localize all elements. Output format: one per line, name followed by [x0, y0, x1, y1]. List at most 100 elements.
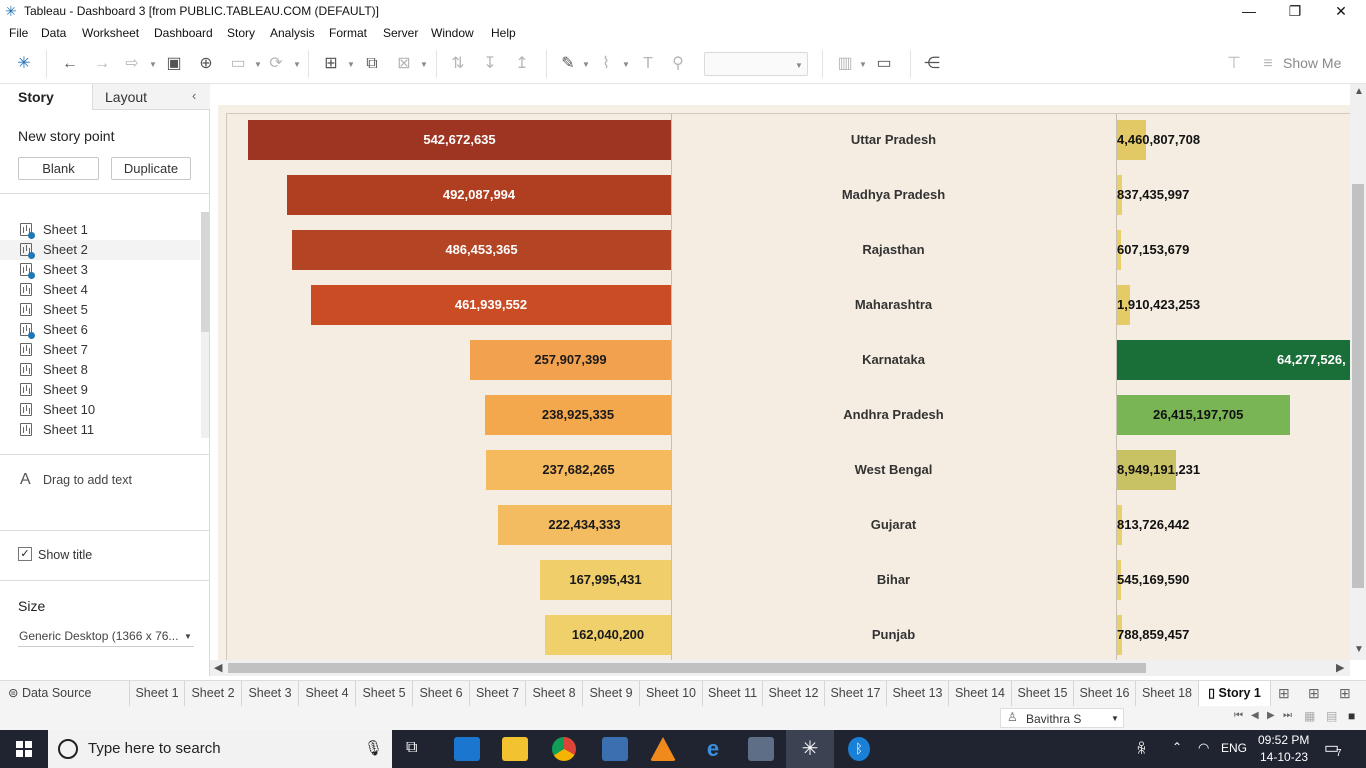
clock-time[interactable]: 09:52 PM	[1258, 733, 1309, 747]
sheet-tab[interactable]: Sheet 5	[356, 681, 413, 706]
clock-date[interactable]: 14-10-23	[1260, 750, 1308, 764]
left-bar[interactable]: 167,995,431	[540, 560, 671, 600]
tab-view-icon[interactable]: ■	[1348, 709, 1355, 723]
sheet-tab[interactable]: Sheet 16	[1074, 681, 1136, 706]
sheet-tab[interactable]: Sheet 11	[703, 681, 763, 706]
mail-icon[interactable]	[454, 737, 480, 761]
dashboard-viz[interactable]: 542,672,635 Uttar Pradesh 4,460,807,708 492…	[226, 113, 1351, 661]
new-worksheet-tab-icon[interactable]: ⊞	[1278, 685, 1290, 702]
chrome-icon[interactable]	[552, 737, 576, 761]
sheet-tab[interactable]: Sheet 12	[763, 681, 825, 706]
menu-analysis[interactable]: Analysis	[270, 26, 315, 40]
language-indicator[interactable]: ENG	[1221, 741, 1247, 755]
tab-data-source[interactable]: ⊜ Data Source	[0, 681, 130, 706]
sheet-tab[interactable]: Sheet 15	[1012, 681, 1074, 706]
tableau-home-icon[interactable]: ✳	[14, 54, 34, 74]
fix-axes-icon[interactable]: ⚲	[668, 54, 688, 74]
refresh-icon[interactable]: ⟳	[266, 54, 286, 74]
highlight-icon[interactable]: ✎	[558, 54, 578, 74]
minimize-button[interactable]: —	[1226, 0, 1272, 24]
redo-icon[interactable]: →	[92, 54, 112, 74]
sheet-list-item[interactable]: Sheet 7	[0, 340, 200, 360]
sheet-tab[interactable]: Sheet 9	[583, 681, 640, 706]
sheet-list-item[interactable]: Sheet 4	[0, 280, 200, 300]
save-icon[interactable]: ▣	[164, 54, 184, 74]
menu-data[interactable]: Data	[41, 26, 66, 40]
undo-icon[interactable]: ←	[60, 54, 80, 74]
sheet-list-item[interactable]: Sheet 9	[0, 380, 200, 400]
sheet-tab[interactable]: Sheet 2	[185, 681, 242, 706]
menu-server[interactable]: Server	[383, 26, 418, 40]
computer-app-icon[interactable]	[602, 737, 628, 761]
menu-worksheet[interactable]: Worksheet	[82, 26, 139, 40]
show-hidden-icons-icon[interactable]: ⌃	[1172, 740, 1182, 754]
share-icon[interactable]: ⋲	[922, 54, 942, 74]
bluetooth-icon[interactable]: ᛒ	[848, 737, 870, 761]
sheet-tab[interactable]: Sheet 14	[949, 681, 1012, 706]
left-bar[interactable]: 461,939,552	[311, 285, 671, 325]
show-title-checkbox[interactable]: ✓	[18, 547, 32, 561]
sheet-list-item[interactable]: Sheet 1	[0, 220, 200, 240]
next-sheet-icon[interactable]: ▶	[1267, 710, 1275, 721]
left-bar[interactable]: 486,453,365	[292, 230, 671, 270]
tab-story-1[interactable]: ▯ Story 1	[1199, 681, 1271, 706]
size-dropdown[interactable]: Generic Desktop (1366 x 76... ▼	[18, 627, 194, 647]
replay-icon[interactable]: ⇨	[122, 54, 142, 74]
sort-descending-icon[interactable]: ↥	[512, 54, 532, 74]
sheet-tab[interactable]: Sheet 10	[640, 681, 703, 706]
show-me-icon[interactable]: ≡	[1258, 54, 1278, 74]
sheet-list-item[interactable]: Sheet 2	[0, 240, 200, 260]
new-story-tab-icon[interactable]: ⊞	[1339, 685, 1351, 702]
left-bar[interactable]: 238,925,335	[485, 395, 671, 435]
new-dashboard-tab-icon[interactable]: ⊞	[1308, 685, 1320, 702]
menu-help[interactable]: Help	[491, 26, 516, 40]
format-painter-icon[interactable]: ⊤	[1224, 54, 1244, 74]
sheet-list-item[interactable]: Sheet 8	[0, 360, 200, 380]
grid-view-icon[interactable]: ▦	[1304, 709, 1315, 723]
sort-ascending-icon[interactable]: ↧	[480, 54, 500, 74]
blank-button[interactable]: Blank	[18, 157, 99, 180]
collapse-pane-icon[interactable]: ‹	[192, 88, 196, 103]
show-me-button[interactable]: Show Me	[1283, 55, 1341, 71]
canvas-vertical-scrollbar[interactable]: ▲ ▼	[1350, 84, 1366, 660]
show-labels-icon[interactable]: T	[638, 54, 658, 74]
canvas-horizontal-scrollbar[interactable]: ◀ ▶	[210, 660, 1350, 676]
sheet-tab[interactable]: Sheet 1	[130, 681, 185, 706]
people-icon[interactable]: ꆜ	[1136, 740, 1147, 758]
sheet-tab[interactable]: Sheet 3	[242, 681, 299, 706]
sheet-tab[interactable]: Sheet 13	[887, 681, 949, 706]
edge-icon[interactable]: e	[700, 737, 726, 761]
sheet-tab[interactable]: Sheet 4	[299, 681, 356, 706]
left-bar[interactable]: 162,040,200	[545, 615, 671, 655]
prev-sheet-icon[interactable]: ◀	[1251, 710, 1259, 721]
presentation-mode-icon[interactable]: ▭	[874, 54, 894, 74]
sheet-tab[interactable]: Sheet 17	[825, 681, 887, 706]
left-bar[interactable]: 492,087,994	[287, 175, 671, 215]
camera-icon[interactable]	[748, 737, 774, 761]
drag-to-add-text[interactable]: Drag to add text	[43, 473, 132, 487]
sheet-tab[interactable]: Sheet 18	[1136, 681, 1199, 706]
sheet-list-scrollbar[interactable]	[201, 212, 209, 438]
sheet-tab[interactable]: Sheet 7	[470, 681, 526, 706]
tab-story[interactable]: Story	[0, 84, 92, 110]
taskbar-search[interactable]: Type here to search 🎙	[48, 730, 392, 768]
left-bar[interactable]: 237,682,265	[486, 450, 671, 490]
sheet-list-item[interactable]: Sheet 10	[0, 400, 200, 420]
menu-file[interactable]: File	[9, 26, 28, 40]
left-bar[interactable]: 257,907,399	[470, 340, 671, 380]
show-cards-icon[interactable]: ▥	[834, 54, 856, 74]
last-sheet-icon[interactable]: ⏭	[1283, 710, 1292, 721]
vlc-icon[interactable]	[650, 737, 676, 761]
duplicate-sheet-icon[interactable]: ⧉	[362, 54, 382, 74]
menu-dashboard[interactable]: Dashboard	[154, 26, 213, 40]
swap-rows-columns-icon[interactable]: ⇅	[448, 54, 468, 74]
microphone-icon[interactable]: 🎙	[364, 739, 383, 757]
left-bar[interactable]: 222,434,333	[498, 505, 671, 545]
sheet-list-item[interactable]: Sheet 11	[0, 420, 200, 440]
sheet-list-item[interactable]: Sheet 5	[0, 300, 200, 320]
file-explorer-icon[interactable]	[502, 737, 528, 761]
task-view-icon[interactable]: ⧉	[406, 739, 417, 757]
clear-sheet-icon[interactable]: ⊠	[394, 54, 414, 74]
duplicate-button[interactable]: Duplicate	[111, 157, 191, 180]
new-worksheet-icon[interactable]: ⊞	[320, 54, 342, 74]
